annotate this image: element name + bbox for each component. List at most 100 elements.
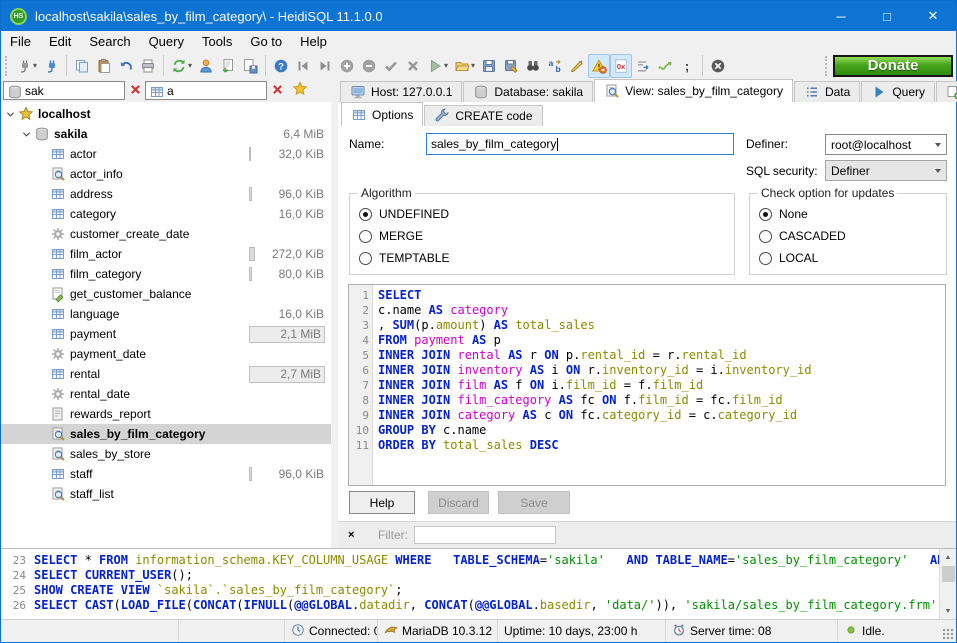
database-filter-input[interactable]: sak xyxy=(3,81,125,100)
menu-search[interactable]: Search xyxy=(80,33,139,50)
replace-text-button[interactable]: ab xyxy=(544,54,566,78)
insert-files-button[interactable] xyxy=(632,54,654,78)
radio-merge[interactable]: MERGE xyxy=(350,225,734,247)
connect-button[interactable]: ▾ xyxy=(13,54,40,78)
save-snippet-button[interactable] xyxy=(239,54,261,78)
menu-file[interactable]: File xyxy=(1,33,40,50)
insert-row-button[interactable] xyxy=(336,54,358,78)
paste-button[interactable] xyxy=(93,54,115,78)
help-button[interactable]: Help xyxy=(349,491,415,514)
tree-item-sakila[interactable]: sakila6,4 MiB xyxy=(1,124,331,144)
copy-button[interactable] xyxy=(71,54,93,78)
tree-item-localhost[interactable]: localhost xyxy=(1,104,331,124)
tree-item-actor[interactable]: actor32,0 KiB xyxy=(1,144,331,164)
radio-undefined[interactable]: UNDEFINED xyxy=(350,203,734,225)
discard-button[interactable]: Discard xyxy=(428,491,489,514)
menu-help[interactable]: Help xyxy=(291,33,336,50)
tree-item-payment_date[interactable]: payment_date xyxy=(1,344,331,364)
refresh-button[interactable]: ▾ xyxy=(168,54,195,78)
find-text-button[interactable] xyxy=(522,54,544,78)
tree-item-film_category[interactable]: film_category80,0 KiB xyxy=(1,264,331,284)
bind-parameters-button[interactable] xyxy=(654,54,676,78)
close-filter-button[interactable]: × xyxy=(348,529,368,541)
radio-temptable[interactable]: TEMPTABLE xyxy=(350,247,734,269)
log-scrollbar[interactable]: ▲ ▼ xyxy=(939,549,956,619)
cross-icon xyxy=(405,58,421,74)
radio-local[interactable]: LOCAL xyxy=(750,247,946,269)
close-button[interactable]: ✕ xyxy=(910,1,956,31)
view-name-input[interactable]: sales_by_film_category xyxy=(426,133,734,155)
delete-row-button[interactable] xyxy=(358,54,380,78)
query-warnings-button[interactable] xyxy=(588,54,610,78)
save-button[interactable]: Save xyxy=(498,491,570,514)
tree-item-sales_by_film_category[interactable]: sales_by_film_category xyxy=(1,424,331,444)
tree-item-customer_create_date[interactable]: customer_create_date xyxy=(1,224,331,244)
subtab-create-code[interactable]: CREATE code xyxy=(424,105,542,126)
favorites-button[interactable] xyxy=(289,81,311,101)
tab-new-query[interactable] xyxy=(936,81,957,102)
help-button[interactable]: ? xyxy=(270,54,292,78)
radio-none[interactable]: None xyxy=(750,203,946,225)
select-statement-editor[interactable]: 1234567891011 SELECTc.name AS category, … xyxy=(348,284,946,486)
toolbar-grip[interactable] xyxy=(5,56,9,76)
chevron-down-icon[interactable] xyxy=(21,129,34,140)
tab-view[interactable]: View: sales_by_film_category xyxy=(594,79,793,102)
minimize-button[interactable]: ─ xyxy=(818,1,864,31)
tab-host[interactable]: Host: 127.0.0.1 xyxy=(340,81,462,102)
maximize-button[interactable]: □ xyxy=(864,1,910,31)
post-changes-button[interactable] xyxy=(380,54,402,78)
menu-edit[interactable]: Edit xyxy=(40,33,80,50)
tree-item-address[interactable]: address96,0 KiB xyxy=(1,184,331,204)
blob-as-hex-button[interactable]: 0x xyxy=(610,54,632,78)
filter-input[interactable] xyxy=(414,526,556,544)
tab-data[interactable]: Data xyxy=(794,81,860,102)
cancel-editing-button[interactable] xyxy=(402,54,424,78)
go-first-button[interactable] xyxy=(292,54,314,78)
tree-item-rental_date[interactable]: rental_date xyxy=(1,384,331,404)
tree-item-rental[interactable]: rental2,7 MiB xyxy=(1,364,331,384)
tree-item-rewards_report[interactable]: rewards_report xyxy=(1,404,331,424)
tree-item-film_actor[interactable]: film_actor272,0 KiB xyxy=(1,244,331,264)
load-sql-file-button[interactable]: ▾ xyxy=(451,54,478,78)
tree-item-get_customer_balance[interactable]: get_customer_balance xyxy=(1,284,331,304)
tree-item-payment[interactable]: payment2,1 MiB xyxy=(1,324,331,344)
toolbar-grip[interactable] xyxy=(825,56,829,76)
menu-go-to[interactable]: Go to xyxy=(241,33,291,50)
menu-query[interactable]: Query xyxy=(140,33,193,50)
chevron-down-icon[interactable] xyxy=(5,109,18,120)
tree-item-staff[interactable]: staff96,0 KiB xyxy=(1,464,331,484)
clear-database-filter-button[interactable] xyxy=(125,81,145,101)
go-last-button[interactable] xyxy=(314,54,336,78)
clear-table-filter-button[interactable] xyxy=(267,81,287,101)
undo-button[interactable] xyxy=(115,54,137,78)
tree-item-language[interactable]: language16,0 KiB xyxy=(1,304,331,324)
scroll-up-arrow[interactable]: ▲ xyxy=(940,549,956,565)
reformat-sql-button[interactable] xyxy=(566,54,588,78)
delimiter-button[interactable]: ; xyxy=(676,54,698,78)
execute-sql-button[interactable]: ▾ xyxy=(424,54,451,78)
tab-database[interactable]: Database: sakila xyxy=(463,81,593,102)
export-database-button[interactable] xyxy=(217,54,239,78)
save-sql-button[interactable] xyxy=(478,54,500,78)
definer-combo[interactable]: root@localhost xyxy=(825,134,947,155)
subtab-options[interactable]: Options xyxy=(341,102,423,126)
menu-tools[interactable]: Tools xyxy=(193,33,241,50)
panel-splitter[interactable] xyxy=(331,79,338,548)
tree-item-sales_by_store[interactable]: sales_by_store xyxy=(1,444,331,464)
radio-cascaded[interactable]: CASCADED xyxy=(750,225,946,247)
print-button[interactable] xyxy=(137,54,159,78)
user-manager-button[interactable] xyxy=(195,54,217,78)
tree-item-category[interactable]: category16,0 KiB xyxy=(1,204,331,224)
table-filter-input[interactable]: a xyxy=(145,81,267,100)
donate-button[interactable]: Donate xyxy=(833,55,953,77)
save-sql-as-button[interactable] xyxy=(500,54,522,78)
tree-item-actor_info[interactable]: actor_info xyxy=(1,164,331,184)
stop-process-button[interactable] xyxy=(707,54,729,78)
tree-item-staff_list[interactable]: staff_list xyxy=(1,484,331,504)
scroll-down-arrow[interactable]: ▼ xyxy=(940,603,956,619)
scrollbar-thumb[interactable] xyxy=(942,566,955,582)
tab-query[interactable]: Query xyxy=(861,81,935,102)
sql-security-combo[interactable]: Definer xyxy=(825,160,947,181)
disconnect-button[interactable] xyxy=(40,54,62,78)
resize-grip[interactable] xyxy=(942,628,954,640)
